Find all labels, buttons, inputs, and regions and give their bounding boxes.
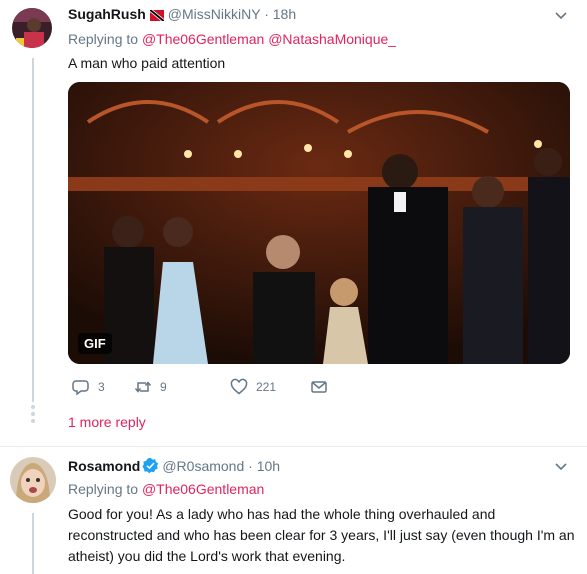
like-count: 221 (256, 380, 277, 394)
avatar[interactable] (10, 457, 56, 503)
replying-prefix: Replying to (68, 31, 139, 47)
retweet-icon (134, 381, 152, 393)
envelope-icon (311, 381, 327, 393)
tweet-text: Good for you! As a lady who has had the … (68, 506, 575, 564)
trinidad-flag-icon (149, 8, 164, 24)
thread-line (32, 513, 34, 574)
reply-button[interactable]: 3 (72, 378, 105, 396)
timestamp[interactable]: 10h (257, 458, 280, 474)
more-replies-link[interactable]: 1 more reply (68, 414, 146, 430)
direct-message-button[interactable] (310, 378, 336, 396)
reply-icon (72, 380, 89, 396)
mention-link[interactable]: @NatashaMonique_ (268, 31, 396, 47)
tweet-sugahrush[interactable]: SugahRush @MissNikkiNY · 18h Replying to … (0, 0, 587, 446)
retweet-count: 9 (160, 380, 167, 394)
gif-media[interactable]: GIF (68, 82, 570, 364)
replying-to: Replying to @The06Gentleman @NatashaMoni… (68, 31, 396, 47)
tweet-actions: 3 9 221 (72, 378, 372, 398)
reply-count: 3 (98, 380, 105, 394)
mention-link[interactable]: @The06Gentleman (142, 31, 264, 47)
heart-icon (230, 378, 248, 395)
chevron-down-icon[interactable] (554, 459, 570, 475)
display-name[interactable]: Rosamond (68, 458, 140, 474)
display-name[interactable]: SugahRush (68, 6, 146, 22)
tweet-header: SugahRush @MissNikkiNY · 18h (68, 6, 296, 24)
avatar[interactable] (12, 8, 52, 48)
retweet-button[interactable]: 9 (134, 378, 167, 396)
gif-badge: GIF (78, 333, 112, 354)
verified-badge-icon (142, 457, 159, 477)
like-button[interactable]: 221 (230, 378, 276, 396)
replying-to: Replying to @The06Gentleman (68, 481, 264, 497)
thread-dots (31, 405, 35, 426)
separator: · (248, 458, 253, 474)
tweet-header: Rosamond @R0samond · 10h (68, 457, 280, 477)
gif-scene (68, 82, 570, 364)
tweet-text: A man who paid attention (68, 55, 226, 71)
replying-prefix: Replying to (68, 481, 139, 497)
chevron-down-icon[interactable] (554, 8, 570, 24)
timestamp[interactable]: 18h (273, 6, 296, 22)
mention-link[interactable]: @The06Gentleman (142, 481, 264, 497)
handle[interactable]: @R0samond (162, 458, 244, 474)
separator: · (264, 6, 269, 22)
tweet-rosamond[interactable]: Rosamond @R0samond · 10h Replying to @The… (0, 447, 587, 574)
thread-line (32, 58, 34, 402)
handle[interactable]: @MissNikkiNY (168, 6, 261, 22)
